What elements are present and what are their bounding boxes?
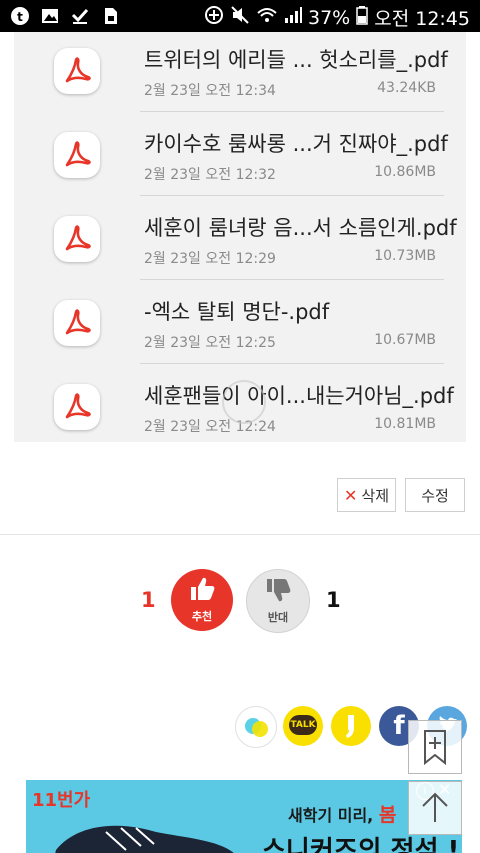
share-kakaotalk-button[interactable]: TALK: [283, 706, 323, 746]
downvote-button[interactable]: 반대: [246, 569, 310, 633]
ad-headline: 새학기 미리, 봄: [288, 800, 396, 827]
share-kakaostory-button[interactable]: [331, 706, 371, 746]
check-download-icon: [70, 6, 90, 26]
upvote-label: 추천: [191, 610, 213, 623]
tumblr-icon: t: [10, 6, 30, 26]
file-item[interactable]: -엑소 탈퇴 명단-.pdf 2월 23일 오전 12:25 10.67MB: [14, 280, 466, 364]
file-item[interactable]: 트위터의 에리들 ... 헛소리를_.pdf 2월 23일 오전 12:34 4…: [14, 32, 466, 112]
pdf-icon: [54, 300, 100, 346]
add-circle-icon: [204, 5, 224, 30]
scroll-top-button[interactable]: [408, 781, 462, 835]
divider: [0, 534, 480, 535]
ad-banner[interactable]: 11번가 새학기 미리, 봄 스니커즈의 정석 ! i ✕: [26, 780, 462, 853]
file-size: 43.24KB: [377, 80, 436, 96]
pdf-icon: [54, 132, 100, 178]
svg-text:t: t: [17, 10, 23, 24]
bookmark-add-button[interactable]: [408, 720, 462, 774]
file-name: 카이수호 룸싸롱 ...거 진짜야_.pdf: [144, 132, 448, 156]
ad-headline-text: 새학기 미리,: [288, 806, 374, 825]
file-name: 세훈이 룸녀랑 음...서 소름인게.pdf: [144, 216, 457, 240]
share-line-button[interactable]: [235, 706, 277, 748]
arrow-up-icon: [409, 792, 461, 838]
clock: 오전 12:45: [374, 8, 470, 30]
thumbs-up-icon: [188, 576, 216, 606]
file-date: 2월 23일 오전 12:29: [144, 251, 276, 267]
file-item[interactable]: 카이수호 룸싸롱 ...거 진짜야_.pdf 2월 23일 오전 12:32 1…: [14, 112, 466, 196]
edit-button[interactable]: 수정: [405, 478, 465, 512]
pdf-icon: [54, 48, 100, 94]
file-size: 10.67MB: [374, 332, 436, 348]
battery-icon: [356, 5, 368, 30]
downvote-count: 1: [326, 588, 341, 612]
line-chat-icon: [236, 718, 276, 751]
file-size: 10.73MB: [374, 248, 436, 264]
battery-percent: 37%: [308, 6, 351, 29]
file-date: 2월 23일 오전 12:34: [144, 83, 276, 99]
scroll-indicator-icon: [222, 380, 266, 424]
kakaotalk-icon: TALK: [289, 715, 317, 735]
signal-icon: [284, 5, 302, 30]
status-bar: t 37% 오전 12:45: [0, 0, 480, 32]
sneaker-image: [46, 810, 246, 853]
close-icon: ✕: [343, 485, 358, 505]
delete-button[interactable]: ✕ 삭제: [337, 478, 396, 512]
wifi-icon: [256, 5, 278, 30]
file-name: 세훈팬들이 아이...내는거아님_.pdf: [144, 384, 454, 408]
gallery-icon: [40, 6, 60, 26]
bookmark-add-icon: [409, 730, 461, 777]
upvote-button[interactable]: 추천: [171, 569, 233, 631]
kakaostory-icon: [331, 715, 371, 750]
file-date: 2월 23일 오전 12:32: [144, 167, 276, 183]
pdf-icon: [54, 216, 100, 262]
thumbs-down-icon: [264, 577, 292, 607]
file-size: 10.81MB: [374, 416, 436, 432]
ad-highlight: 봄: [378, 804, 397, 826]
file-name: 트위터의 에리들 ... 헛소리를_.pdf: [144, 48, 448, 72]
edit-label: 수정: [421, 486, 449, 505]
attachment-list: 트위터의 에리들 ... 헛소리를_.pdf 2월 23일 오전 12:34 4…: [14, 32, 466, 442]
delete-label: 삭제: [361, 486, 389, 505]
pdf-icon: [54, 384, 100, 430]
file-date: 2월 23일 오전 12:25: [144, 335, 276, 351]
mute-icon: [230, 5, 250, 30]
file-size: 10.86MB: [374, 164, 436, 180]
file-name: -엑소 탈퇴 명단-.pdf: [144, 300, 330, 324]
ad-brand: 11번가: [32, 790, 91, 811]
sim-icon: [100, 6, 120, 26]
facebook-icon: f: [393, 711, 405, 741]
downvote-label: 반대: [267, 611, 289, 624]
upvote-count: 1: [141, 588, 156, 612]
file-item[interactable]: 세훈이 룸녀랑 음...서 소름인게.pdf 2월 23일 오전 12:29 1…: [14, 196, 466, 280]
